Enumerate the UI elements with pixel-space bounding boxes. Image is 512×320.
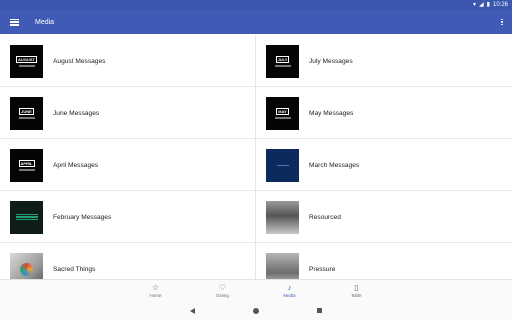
heart-icon: ♡ [218, 283, 227, 292]
thumbnail-word: JUNE [19, 107, 34, 115]
media-thumbnail [266, 200, 299, 234]
nav-media[interactable]: ♪ Media [256, 280, 323, 301]
recents-icon[interactable] [317, 308, 322, 313]
media-row: AUGUST August Messages JULY July Message… [0, 35, 512, 87]
thumbnail-bar [274, 64, 291, 67]
media-item-march[interactable]: March Messages [256, 139, 512, 191]
thumbnail-bar [15, 218, 38, 221]
thumbnail-word: JULY [275, 55, 290, 63]
thumbnail-word: AUGUST [16, 55, 37, 63]
nav-bible[interactable]: ▯ Bible [323, 280, 390, 301]
home-icon[interactable] [253, 307, 259, 314]
thumbnail-bar [15, 216, 38, 218]
media-item-pressure[interactable]: Pressure [256, 243, 512, 279]
battery-icon: ▮ [486, 2, 490, 8]
media-item-label: May Messages [309, 109, 354, 117]
media-item-label: August Messages [53, 57, 106, 65]
book-icon: ▯ [354, 283, 359, 292]
page-title: Media [35, 18, 55, 26]
nav-home[interactable]: ☆ Home [122, 280, 189, 301]
nav-label: Home [149, 293, 162, 298]
media-item-june[interactable]: JUNE June Messages [0, 87, 256, 139]
media-item-label: April Messages [53, 161, 99, 169]
thumbnail-word: APRIL [18, 159, 35, 167]
media-item-resourced[interactable]: Resourced [256, 191, 512, 243]
app-bar: Media [0, 10, 512, 34]
media-thumbnail: MAY [266, 96, 299, 130]
media-row: JUNE June Messages MAY May Messages [0, 87, 512, 139]
nav-label: Bible [351, 293, 362, 298]
media-item-label: Pressure [309, 265, 336, 273]
media-item-april[interactable]: APRIL April Messages [0, 139, 256, 191]
media-row: February Messages Resourced [0, 191, 512, 243]
media-thumbnail [10, 252, 43, 279]
media-thumbnail: JUNE [10, 96, 43, 130]
back-icon[interactable] [190, 307, 195, 314]
media-item-may[interactable]: MAY May Messages [256, 87, 512, 139]
media-thumbnail [10, 200, 43, 234]
hamburger-icon [9, 18, 19, 26]
bottom-navigation: ☆ Home ♡ Giving ♪ Media ▯ Bible [0, 279, 512, 301]
media-thumbnail [266, 252, 299, 279]
media-thumbnail: AUGUST [10, 44, 43, 78]
media-item-july[interactable]: JULY July Messages [256, 35, 512, 87]
media-row: Sacred Things Pressure [0, 243, 512, 279]
media-item-august[interactable]: AUGUST August Messages [0, 35, 256, 87]
media-grid: AUGUST August Messages JULY July Message… [0, 35, 512, 279]
wifi-icon: ▾ [473, 2, 477, 8]
thumbnail-bar [15, 213, 38, 216]
media-item-february[interactable]: February Messages [0, 191, 256, 243]
media-item-label: March Messages [309, 161, 360, 169]
media-item-label: July Messages [309, 57, 353, 65]
nav-giving[interactable]: ♡ Giving [189, 280, 256, 301]
signal-icon: ◢ [479, 2, 484, 8]
mic-icon: ♪ [287, 283, 292, 292]
status-bar: ▾ ◢ ▮ 10:26 [0, 0, 512, 10]
media-thumbnail [266, 148, 299, 182]
nav-label: Giving [216, 293, 229, 298]
thumbnail-bar [18, 64, 35, 67]
media-item-label: June Messages [53, 109, 100, 117]
media-thumbnail: APRIL [10, 148, 43, 182]
media-item-sacred-things[interactable]: Sacred Things [0, 243, 256, 279]
media-item-label: Resourced [309, 213, 341, 221]
thumbnail-circle [20, 262, 33, 276]
media-thumbnail: JULY [266, 44, 299, 78]
status-time: 10:26 [492, 2, 508, 8]
menu-button[interactable] [0, 10, 28, 34]
thumbnail-bar [276, 164, 289, 166]
media-row: APRIL April Messages March Messages [0, 139, 512, 191]
thumbnail-word: MAY [276, 107, 289, 115]
nav-label: Media [283, 293, 296, 298]
star-icon: ☆ [151, 283, 160, 292]
media-item-label: Sacred Things [53, 265, 96, 273]
thumbnail-bar [18, 116, 35, 119]
more-vert-icon[interactable] [492, 10, 512, 34]
thumbnail-bar [18, 168, 35, 171]
media-item-label: February Messages [53, 213, 112, 221]
thumbnail-bar [274, 116, 291, 119]
system-navigation [0, 301, 512, 320]
